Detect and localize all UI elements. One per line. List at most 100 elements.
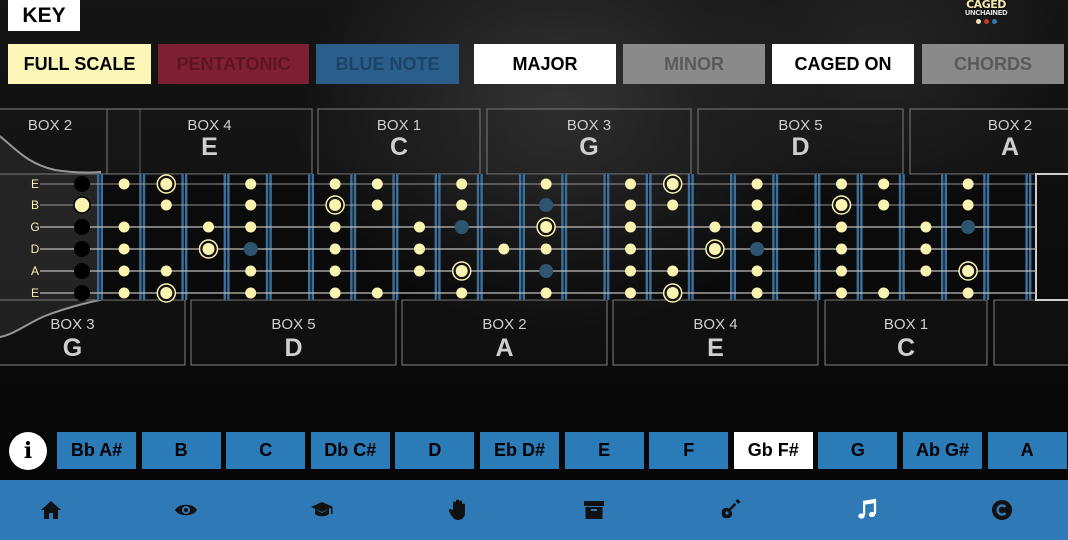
bottom-nav-bar (0, 480, 1068, 540)
scale-note-dot (245, 287, 257, 299)
key-button[interactable]: A (987, 432, 1067, 469)
bottom-box-label: BOX 3 (50, 316, 94, 333)
scale-note-dot (920, 221, 932, 233)
root-note-dot (962, 265, 975, 277)
scale-note-dot (836, 178, 847, 190)
scale-note-dot (625, 265, 636, 277)
nav-hand[interactable] (440, 492, 476, 528)
nav-eye[interactable] (168, 492, 204, 528)
logo-dot (983, 19, 989, 24)
scale-note-dot (540, 178, 552, 190)
key-button[interactable]: D (395, 432, 475, 469)
scale-note-dot (456, 287, 468, 299)
root-note-dot (202, 243, 215, 255)
scale-note-dot (709, 221, 721, 233)
scale-note-dot (836, 221, 847, 233)
bottom-box-label: BOX 4 (693, 316, 737, 333)
string-label: B (31, 198, 39, 212)
nav-home[interactable] (33, 492, 69, 528)
bottom-box-chord: D (284, 334, 302, 362)
key-button[interactable]: Gb F# (733, 432, 813, 469)
bottom-box-label: BOX 2 (482, 316, 526, 333)
chords-button[interactable]: CHORDS (922, 44, 1064, 84)
scale-note-dot (836, 243, 847, 255)
scale-note-dot (751, 265, 763, 277)
root-note-dot (708, 243, 721, 255)
nav-caged[interactable] (984, 492, 1020, 528)
ghost-note-dot (454, 220, 469, 234)
nav-learn[interactable] (304, 492, 340, 528)
scale-note-dot (371, 178, 383, 190)
scale-note-dot (667, 265, 679, 277)
logo-line-1: CAGED (966, 0, 1006, 11)
nav-archive[interactable] (576, 492, 612, 528)
bottom-box-label: BOX 5 (271, 316, 315, 333)
key-button[interactable]: G (818, 432, 898, 469)
top-box-chord: D (791, 133, 809, 161)
scale-note-dot (962, 199, 974, 211)
scale-note-dot (456, 199, 468, 211)
open-string-dot (74, 263, 90, 279)
major-button[interactable]: MAJOR (474, 44, 616, 84)
scale-note-dot (329, 178, 341, 190)
scale-note-dot (371, 199, 383, 211)
root-note-dot (835, 199, 848, 211)
key-button[interactable]: Bb A# (57, 432, 136, 469)
scale-note-dot (540, 287, 552, 299)
caged-on-button[interactable]: CAGED ON (772, 44, 914, 84)
key-button[interactable]: F (649, 432, 729, 469)
full-scale-button[interactable]: FULL SCALE (8, 44, 151, 84)
root-note-dot (160, 287, 173, 299)
scale-note-dot (962, 287, 974, 299)
ghost-note-dot (243, 242, 258, 256)
eye-icon (175, 504, 197, 516)
key-button[interactable]: Ab G# (903, 432, 982, 469)
root-note-dot (540, 221, 553, 233)
app-logo: CAGED UNCHAINED (958, 0, 1014, 34)
key-button[interactable]: B (141, 432, 221, 469)
scale-note-dot (751, 287, 763, 299)
scale-note-dot (245, 265, 257, 277)
scale-note-dot (625, 199, 636, 211)
string-label: A (31, 264, 39, 278)
root-note-dot (666, 178, 679, 190)
top-box-label: BOX 3 (567, 117, 611, 134)
scale-note-dot (625, 221, 636, 233)
ghost-note-dot (961, 220, 976, 234)
top-box-label: BOX 2 (988, 117, 1032, 134)
scale-note-dot (751, 221, 763, 233)
scale-note-dot (625, 243, 636, 255)
guitar-icon (721, 499, 741, 519)
scale-note-dot (414, 243, 425, 255)
scale-note-dot (329, 221, 341, 233)
key-button[interactable]: C (226, 432, 306, 469)
root-note-dot (329, 199, 342, 211)
scale-note-dot (498, 243, 510, 255)
open-string-dot (74, 241, 90, 257)
ghost-note-dot (539, 264, 554, 278)
nav-music[interactable] (848, 492, 884, 528)
blue-note-button[interactable]: BLUE NOTE (316, 44, 459, 84)
logo-dots (975, 19, 997, 24)
key-button[interactable]: Eb D# (480, 432, 559, 469)
scale-note-dot (878, 178, 890, 190)
hand-icon (448, 499, 465, 520)
logo-line-2: UNCHAINED (964, 9, 1008, 17)
string-label: E (31, 177, 39, 191)
key-button[interactable]: E (564, 432, 644, 469)
minor-button[interactable]: MINOR (623, 44, 765, 84)
nav-guitar[interactable] (712, 492, 748, 528)
archive-box-icon (584, 501, 604, 519)
fretboard[interactable]: BOX 2 BOX 4EBOX 1CBOX 3GBOX 5DBOX 2A BOX … (0, 100, 1068, 370)
fretboard-neck (100, 174, 1036, 300)
key-label: KEY (8, 0, 80, 31)
key-button[interactable]: Db C# (310, 432, 390, 469)
top-box-label: BOX 2 (28, 117, 72, 134)
home-icon (41, 501, 61, 519)
info-button[interactable]: i (9, 432, 47, 470)
scale-note-dot (329, 265, 341, 277)
scale-note-dot (329, 243, 341, 255)
scale-note-dot (118, 265, 130, 277)
pentatonic-button[interactable]: PENTATONIC (158, 44, 309, 84)
scale-note-dot (118, 178, 130, 190)
